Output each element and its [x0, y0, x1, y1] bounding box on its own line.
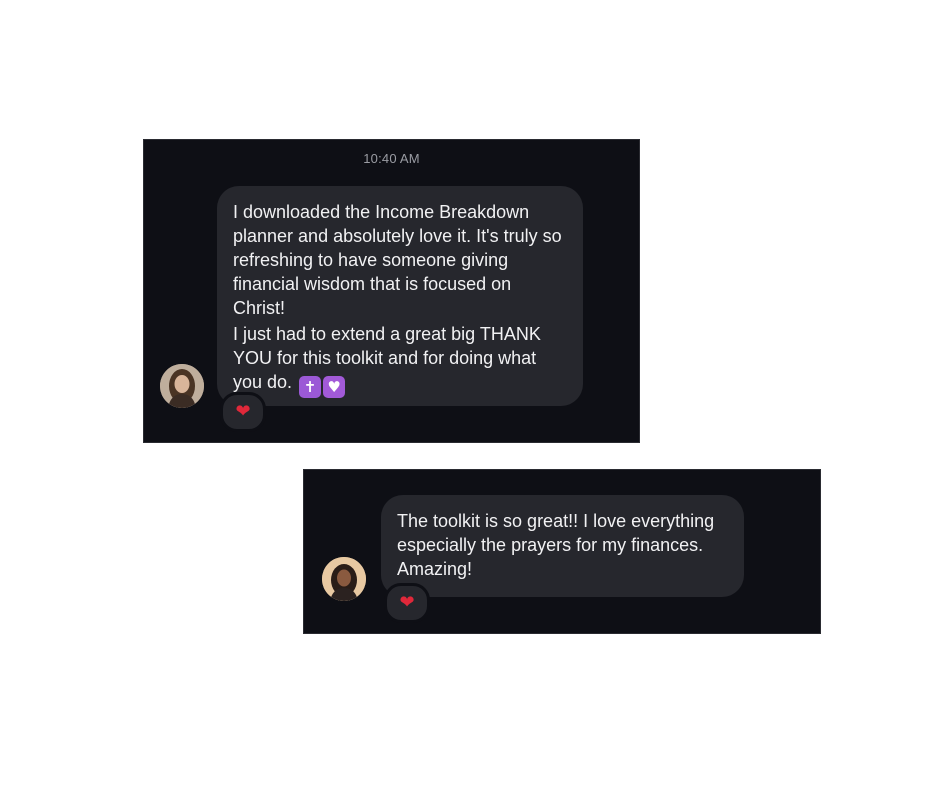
message-bubble[interactable]: The toolkit is so great!! I love everyth…	[381, 495, 744, 597]
heart-reaction-icon[interactable]: ❤	[220, 392, 266, 432]
message-text: I just had to extend a great big THANK Y…	[233, 322, 567, 398]
message-text: I downloaded the Income Breakdown planne…	[233, 202, 562, 318]
heart-reaction-icon[interactable]: ❤	[384, 583, 430, 623]
sender-avatar-icon[interactable]	[322, 557, 366, 601]
message-panel-1: 10:40 AM I downloaded the Income Breakdo…	[143, 139, 640, 443]
message-bubble[interactable]: I downloaded the Income Breakdown planne…	[217, 186, 583, 406]
message-panel-2: The toolkit is so great!! I love everyth…	[303, 469, 821, 634]
message-text: The toolkit is so great!! I love everyth…	[397, 511, 715, 579]
message-timestamp: 10:40 AM	[363, 151, 420, 166]
sender-avatar-icon[interactable]	[160, 364, 204, 408]
white-heart-emoji-icon: ♥	[323, 376, 346, 398]
latin-cross-emoji-icon: ✝	[299, 376, 322, 398]
message-text-line: I just had to extend a great big THANK Y…	[233, 324, 541, 392]
